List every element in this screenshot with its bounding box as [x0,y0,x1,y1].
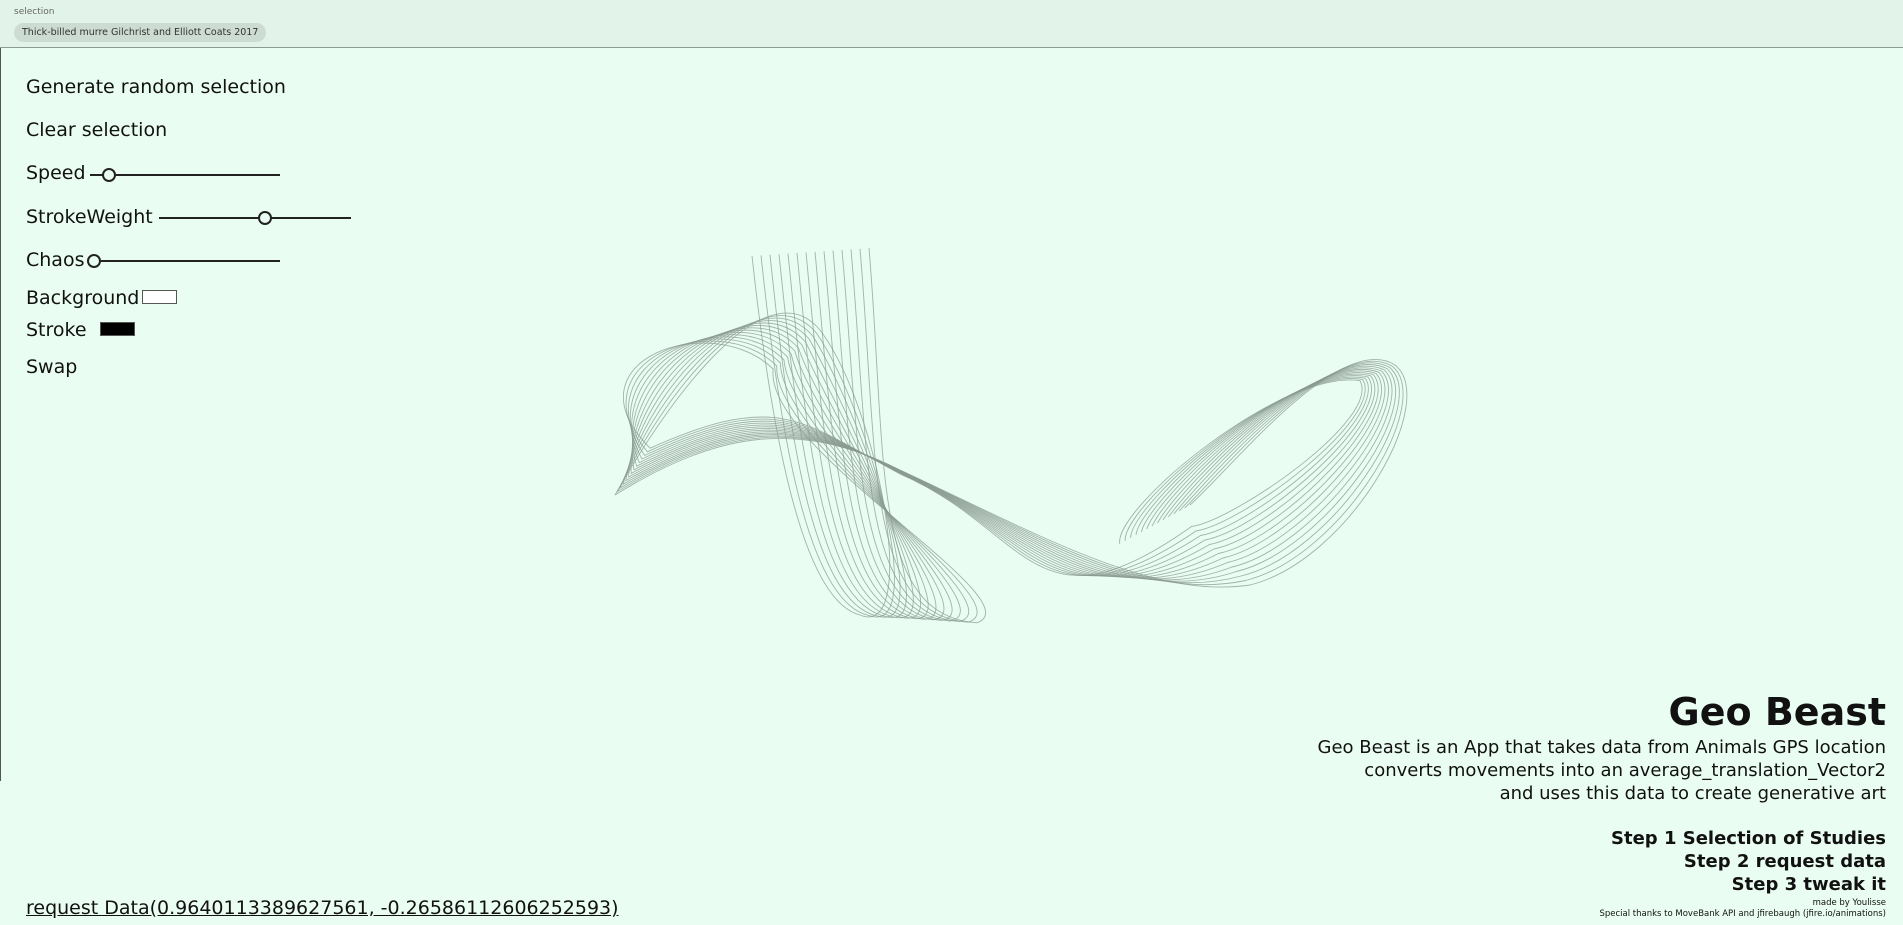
chaos-label: Chaos [26,249,85,271]
generate-random-selection-button[interactable]: Generate random selection [26,76,286,98]
chaos-slider-handle[interactable] [87,254,101,268]
art-ribbon-line [614,255,1408,618]
description-line: Geo Beast is an App that takes data from… [1317,737,1886,758]
background-color-picker[interactable] [142,290,177,304]
speed-label: Speed [26,162,86,184]
description-line: converts movements into an average_trans… [1364,760,1886,781]
speed-slider[interactable] [90,168,280,182]
step-item: Step 3 tweak it [1731,874,1886,895]
stroke-color-picker[interactable] [100,322,135,336]
strokeweight-slider[interactable] [159,211,351,225]
art-ribbon-line [625,253,1393,618]
app-title: Geo Beast [1668,690,1886,734]
steps-list: Step 1 Selection of Studies Step 2 reque… [1611,827,1886,896]
clear-selection-button[interactable]: Clear selection [26,119,167,141]
step-item: Step 2 request data [1683,851,1886,872]
speed-slider-handle[interactable] [102,168,116,182]
strokeweight-slider-handle[interactable] [257,211,272,225]
app-description: Geo Beast is an App that takes data from… [1318,736,1886,805]
chaos-slider[interactable] [87,254,280,268]
stroke-label: Stroke [26,319,87,341]
thanks-text: Special thanks to MoveBank API and jfire… [1599,909,1886,919]
credit-text: made by Youlisse [1812,898,1886,908]
description-line: and uses this data to create generative … [1499,783,1886,804]
step-item: Step 1 Selection of Studies [1611,828,1886,849]
swap-button[interactable]: Swap [26,356,77,378]
background-label: Background [26,287,140,309]
request-data-link[interactable]: request Data(0.9640113389627561, -0.2658… [26,897,619,919]
strokeweight-label: StrokeWeight [26,206,153,228]
